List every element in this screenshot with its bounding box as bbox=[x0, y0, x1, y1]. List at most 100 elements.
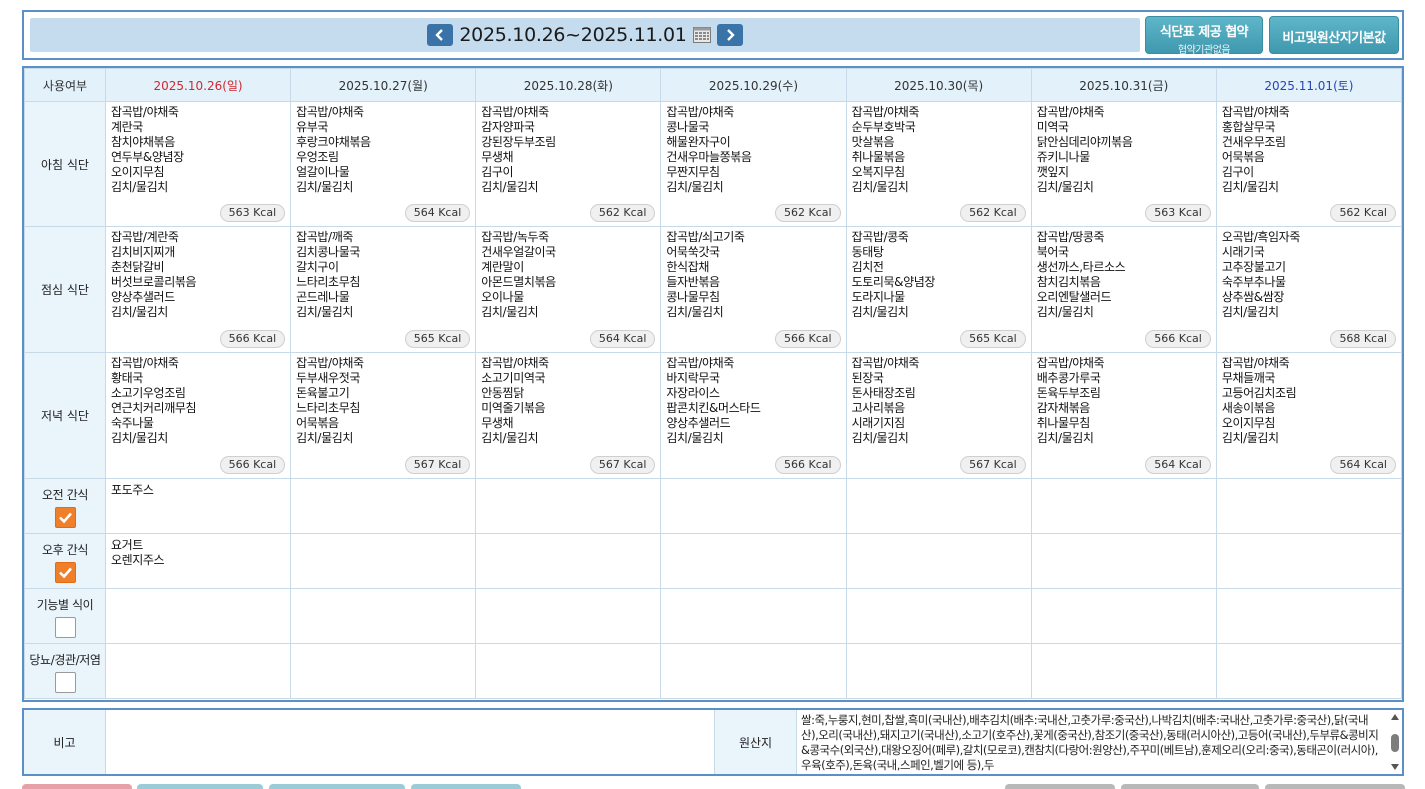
usage-checkbox[interactable] bbox=[54, 507, 76, 528]
kcal-badge: 562 Kcal bbox=[775, 204, 841, 222]
snack-cell[interactable] bbox=[1215, 533, 1402, 589]
snack-cell[interactable] bbox=[1215, 588, 1402, 644]
origin-label: 원산지 bbox=[715, 710, 797, 774]
snack-cell[interactable] bbox=[1215, 478, 1402, 534]
menu-item: 고추장불고기 bbox=[1221, 260, 1286, 274]
meal-cell[interactable]: 잡곡밥/야채죽 순두부호박국 맛살볶음 취나물볶음 오복지무침 김치/물김치 562 Kca… bbox=[845, 101, 1032, 227]
scroll-up-icon[interactable] bbox=[1389, 712, 1401, 722]
snack-cell[interactable] bbox=[290, 478, 477, 534]
menu-item: 잡곡밥/녹두죽 bbox=[481, 230, 549, 244]
usage-checkbox[interactable] bbox=[54, 617, 76, 638]
bottom-button-partial[interactable] bbox=[22, 784, 132, 789]
menu-item: 잡곡밥/야채죽 bbox=[1221, 105, 1290, 119]
snack-row-label-cell: 오후 간식 bbox=[24, 533, 106, 589]
snack-cell[interactable] bbox=[1030, 643, 1217, 699]
snack-cell[interactable] bbox=[660, 478, 847, 534]
scroll-thumb[interactable] bbox=[1391, 734, 1399, 752]
meal-cell[interactable]: 잡곡밥/녹두죽 건새우얼갈이국 계란말이 아몬드멸치볶음 오이나물 김치/물김치 564 K… bbox=[475, 226, 662, 353]
snack-cell-content bbox=[847, 534, 1031, 538]
meal-cell[interactable]: 잡곡밥/야채죽 계란국 참치야채볶음 연두부&양념장 오이지무침 김치/물김치 563 Kc… bbox=[104, 101, 292, 227]
menu-item: 돈육불고기 bbox=[296, 386, 350, 400]
kcal-badge: 564 Kcal bbox=[589, 330, 656, 348]
meal-cell[interactable]: 잡곡밥/야채죽 감자양파국 강된장두부조림 무생채 김구이 김치/물김치 562 Kcal bbox=[475, 101, 662, 227]
snack-cell[interactable] bbox=[845, 478, 1032, 534]
snack-cell-content bbox=[291, 644, 475, 648]
snack-cell[interactable] bbox=[1030, 478, 1217, 534]
bottom-button-partial[interactable] bbox=[1121, 784, 1259, 789]
menu-item: 감자양파국 bbox=[481, 120, 535, 134]
meal-cell[interactable]: 잡곡밥/야채죽 소고기미역국 안동찜닭 미역줄기볶음 무생채 김치/물김치 567 Kcal bbox=[475, 352, 662, 479]
meal-cell[interactable]: 잡곡밥/쇠고기죽 어묵쑥갓국 한식잡채 들자반볶음 콩나물무침 김치/물김치 566 Kca… bbox=[660, 226, 847, 353]
menu-item: 시래기국 bbox=[1221, 245, 1265, 259]
bottom-button-partial[interactable] bbox=[137, 784, 263, 789]
day-header-mon: 2025.10.27(월) bbox=[290, 68, 477, 102]
snack-cell[interactable] bbox=[290, 588, 477, 644]
menu-item: 김치/물김치 bbox=[666, 431, 724, 445]
meal-cell[interactable]: 잡곡밥/야채죽 콩나물국 해물완자구이 건새우마늘쫑볶음 무짠지무침 김치/물김치 562 … bbox=[660, 101, 847, 227]
snack-cell[interactable] bbox=[660, 533, 847, 589]
snack-cell[interactable] bbox=[660, 588, 847, 644]
meal-cell[interactable]: 잡곡밥/야채죽 유부국 후랑크야채볶음 우엉조림 얼갈이나물 김치/물김치 564 Kcal bbox=[290, 101, 477, 227]
snack-cell[interactable] bbox=[845, 533, 1032, 589]
menu-item: 바지락무국 bbox=[666, 371, 720, 385]
snack-cell[interactable] bbox=[104, 643, 292, 699]
bottom-button-partial[interactable] bbox=[1005, 784, 1115, 789]
scroll-down-icon[interactable] bbox=[1389, 762, 1401, 772]
snack-cell[interactable] bbox=[660, 643, 847, 699]
menu-item: 도토리묵&양념장 bbox=[851, 275, 936, 289]
menu-item: 된장국 bbox=[851, 371, 884, 385]
check-icon bbox=[58, 512, 72, 524]
meal-cell[interactable]: 잡곡밥/야채죽 무채들깨국 고등어김치조림 새송이볶음 오이지무침 김치/물김치 564 K… bbox=[1215, 352, 1402, 479]
remarks-origin-defaults-button[interactable]: 비고및원산지기본값 bbox=[1269, 16, 1399, 54]
meal-cell[interactable]: 잡곡밥/깨죽 김치콩나물국 갈치구이 느타리초무침 곤드레나물 김치/물김치 565 Kca… bbox=[290, 226, 477, 353]
meal-cell[interactable]: 오곡밥/흑임자죽 시래기국 고추장불고기 숙주부추나물 상추쌈&쌈장 김치/물김치 568 … bbox=[1215, 226, 1402, 353]
meal-cell[interactable]: 잡곡밥/야채죽 두부새우젓국 돈육불고기 느타리초무침 어묵볶음 김치/물김치 567 Kc… bbox=[290, 352, 477, 479]
remarks-field[interactable] bbox=[106, 710, 715, 774]
snack-cell[interactable] bbox=[290, 533, 477, 589]
meal-cell[interactable]: 잡곡밥/야채죽 홍합살무국 건새우무조림 어묵볶음 김구이 김치/물김치 562 Kcal bbox=[1215, 101, 1402, 227]
usage-checkbox[interactable] bbox=[54, 562, 76, 583]
snack-cell[interactable] bbox=[475, 643, 662, 699]
snack-cell[interactable] bbox=[845, 588, 1032, 644]
snack-cell[interactable]: 요거트 오렌지주스 bbox=[104, 533, 292, 589]
snack-cell-content bbox=[847, 644, 1031, 648]
meal-cell[interactable]: 잡곡밥/야채죽 황태국 소고기우엉조림 연근치커리깨무침 숙주나물 김치/물김치 566 K… bbox=[104, 352, 292, 479]
menu-item: 김치/물김치 bbox=[851, 431, 909, 445]
menu-item: 김치/물김치 bbox=[481, 305, 539, 319]
meal-cell-content: 잡곡밥/야채죽 바지락무국 자장라이스 팝콘치킨&머스타드 양상추샐러드 김치/물김치 56… bbox=[661, 353, 845, 478]
bottom-button-partial[interactable] bbox=[269, 784, 405, 789]
usage-checkbox[interactable] bbox=[54, 672, 76, 693]
meal-cell[interactable]: 잡곡밥/콩죽 동태탕 김치전 도토리묵&양념장 도라지나물 김치/물김치 565 Kcal bbox=[845, 226, 1032, 353]
meal-cell[interactable]: 잡곡밥/야채죽 된장국 돈사태장조림 고사리볶음 시래기지짐 김치/물김치 567 Kcal bbox=[845, 352, 1032, 479]
origin-scrollbar[interactable] bbox=[1389, 712, 1401, 772]
calendar-icon[interactable] bbox=[692, 27, 711, 43]
snack-cell-content bbox=[1217, 644, 1401, 648]
snack-cell[interactable] bbox=[475, 588, 662, 644]
snack-cell[interactable]: 포도주스 bbox=[104, 478, 292, 534]
origin-field[interactable]: 쌀:죽,누룽지,현미,찹쌀,흑미(국내산),배추김치(배추:국내산,고춧가루:중… bbox=[797, 710, 1402, 774]
snack-cell[interactable] bbox=[475, 533, 662, 589]
kcal-badge: 565 Kcal bbox=[960, 330, 1026, 348]
snack-cell[interactable] bbox=[290, 643, 477, 699]
day-header-tue: 2025.10.28(화) bbox=[475, 68, 662, 102]
snack-cell-content bbox=[847, 589, 1031, 593]
snack-cell-content: 요거트 오렌지주스 bbox=[106, 534, 290, 568]
snack-cell[interactable] bbox=[104, 588, 292, 644]
menu-item: 고사리볶음 bbox=[851, 401, 906, 415]
snack-cell[interactable] bbox=[845, 643, 1032, 699]
bottom-button-partial[interactable] bbox=[411, 784, 521, 789]
meal-cell-content: 잡곡밥/야채죽 미역국 닭안심데리야끼볶음 쥬키니나물 깻잎지 김치/물김치 563 Kca… bbox=[1032, 102, 1216, 226]
meal-cell[interactable]: 잡곡밥/야채죽 미역국 닭안심데리야끼볶음 쥬키니나물 깻잎지 김치/물김치 563 Kca… bbox=[1030, 101, 1217, 227]
snack-cell[interactable] bbox=[1030, 588, 1217, 644]
next-week-button[interactable] bbox=[716, 24, 743, 46]
meal-cell[interactable]: 잡곡밥/야채죽 배추콩가루국 돈육두부조림 감자채볶음 취나물무침 김치/물김치 564 K… bbox=[1030, 352, 1217, 479]
menu-agreement-button[interactable]: 식단표 제공 협약 협약기관없음 bbox=[1145, 16, 1263, 56]
meal-cell[interactable]: 잡곡밥/계란죽 김치비지찌개 춘천닭갈비 버섯브로콜리볶음 양상추샐러드 김치/물김치 56… bbox=[104, 226, 292, 353]
snack-cell[interactable] bbox=[1030, 533, 1217, 589]
prev-week-button[interactable] bbox=[427, 24, 454, 46]
snack-cell[interactable] bbox=[1215, 643, 1402, 699]
bottom-button-partial[interactable] bbox=[1265, 784, 1405, 789]
snack-cell[interactable] bbox=[475, 478, 662, 534]
meal-cell[interactable]: 잡곡밥/땅콩죽 북어국 생선까스,타르소스 참치김치볶음 오리엔탈샐러드 김치/물김치 56… bbox=[1030, 226, 1217, 353]
meal-cell[interactable]: 잡곡밥/야채죽 바지락무국 자장라이스 팝콘치킨&머스타드 양상추샐러드 김치/물김치 56… bbox=[660, 352, 847, 479]
